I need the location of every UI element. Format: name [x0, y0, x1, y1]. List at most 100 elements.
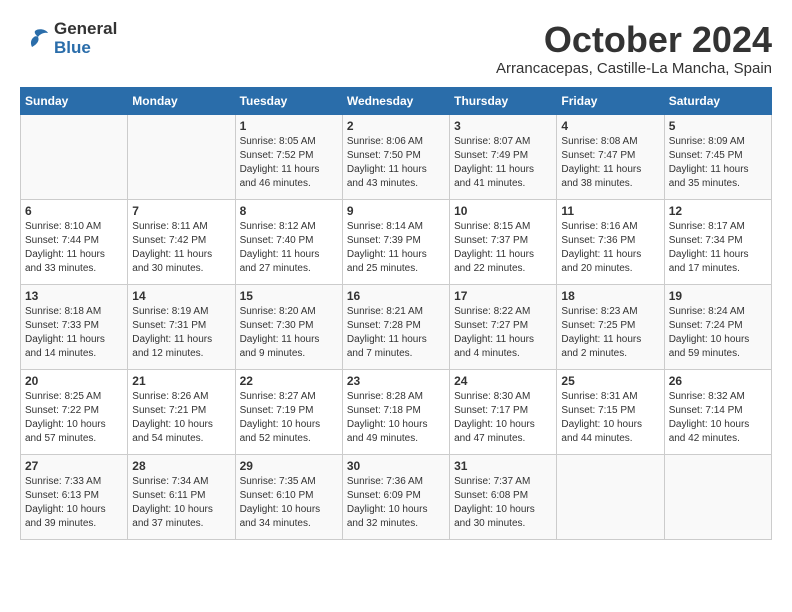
calendar-cell: 8Sunrise: 8:12 AM Sunset: 7:40 PM Daylig… — [235, 199, 342, 284]
day-info: Sunrise: 7:37 AM Sunset: 6:08 PM Dayligh… — [454, 475, 552, 531]
calendar-cell: 23 Sunrise: 8:28 AM Sunset: 7:18 PM Dayli… — [342, 369, 449, 454]
day-info: Sunrise: 8:16 AM Sunset: 7:36 PM Dayligh… — [561, 220, 659, 276]
calendar-cell: 20Sunrise: 8:25 AM Sunset: 7:22 PM Dayli… — [21, 369, 128, 454]
day-info: Sunrise: 8:08 AM Sunset: 7:47 PM Dayligh… — [561, 135, 659, 191]
day-number: 31 — [454, 459, 552, 473]
calendar-cell: 31 Sunrise: 7:37 AM Sunset: 6:08 PM Dayli… — [450, 454, 557, 539]
week-row-4: 20Sunrise: 8:25 AM Sunset: 7:22 PM Dayli… — [21, 369, 772, 454]
header-monday: Monday — [128, 87, 235, 114]
calendar-cell — [21, 114, 128, 199]
day-number: 20 — [25, 374, 123, 388]
calendar-cell — [128, 114, 235, 199]
week-row-5: 27 Sunrise: 7:33 AM Sunset: 6:13 PM Dayli… — [21, 454, 772, 539]
calendar-cell: 27 Sunrise: 7:33 AM Sunset: 6:13 PM Dayli… — [21, 454, 128, 539]
week-row-1: 1 Sunrise: 8:05 AM Sunset: 7:52 PM Daylig… — [21, 114, 772, 199]
day-number: 14 — [132, 289, 230, 303]
header-tuesday: Tuesday — [235, 87, 342, 114]
week-row-3: 13 Sunrise: 8:18 AM Sunset: 7:33 PM Dayli… — [21, 284, 772, 369]
logo-general: General — [54, 19, 117, 38]
calendar-cell: 15 Sunrise: 8:20 AM Sunset: 7:30 PM Dayli… — [235, 284, 342, 369]
day-number: 6 — [25, 204, 123, 218]
calendar-cell: 11 Sunrise: 8:16 AM Sunset: 7:36 PM Dayli… — [557, 199, 664, 284]
day-info: Sunrise: 8:31 AM Sunset: 7:15 PM Dayligh… — [561, 390, 659, 446]
day-info: Sunrise: 8:18 AM Sunset: 7:33 PM Dayligh… — [25, 305, 123, 361]
day-info: Sunrise: 7:34 AM Sunset: 6:11 PM Dayligh… — [132, 475, 230, 531]
day-number: 1 — [240, 119, 338, 133]
calendar-cell: 14 Sunrise: 8:19 AM Sunset: 7:31 PM Dayli… — [128, 284, 235, 369]
calendar-cell: 4 Sunrise: 8:08 AM Sunset: 7:47 PM Daylig… — [557, 114, 664, 199]
calendar-cell: 3Sunrise: 8:07 AM Sunset: 7:49 PM Daylig… — [450, 114, 557, 199]
day-info: Sunrise: 8:20 AM Sunset: 7:30 PM Dayligh… — [240, 305, 338, 361]
day-number: 26 — [669, 374, 767, 388]
month-title: October 2024 — [496, 20, 772, 60]
day-info: Sunrise: 8:28 AM Sunset: 7:18 PM Dayligh… — [347, 390, 445, 446]
header-wednesday: Wednesday — [342, 87, 449, 114]
calendar-cell: 24 Sunrise: 8:30 AM Sunset: 7:17 PM Dayli… — [450, 369, 557, 454]
calendar-cell: 1 Sunrise: 8:05 AM Sunset: 7:52 PM Daylig… — [235, 114, 342, 199]
day-info: Sunrise: 7:33 AM Sunset: 6:13 PM Dayligh… — [25, 475, 123, 531]
day-info: Sunrise: 8:21 AM Sunset: 7:28 PM Dayligh… — [347, 305, 445, 361]
calendar-cell: 12 Sunrise: 8:17 AM Sunset: 7:34 PM Dayli… — [664, 199, 771, 284]
day-info: Sunrise: 8:14 AM Sunset: 7:39 PM Dayligh… — [347, 220, 445, 276]
day-number: 4 — [561, 119, 659, 133]
day-info: Sunrise: 8:17 AM Sunset: 7:34 PM Dayligh… — [669, 220, 767, 276]
calendar-cell: 5Sunrise: 8:09 AM Sunset: 7:45 PM Daylig… — [664, 114, 771, 199]
day-info: Sunrise: 8:15 AM Sunset: 7:37 PM Dayligh… — [454, 220, 552, 276]
day-info: Sunrise: 8:32 AM Sunset: 7:14 PM Dayligh… — [669, 390, 767, 446]
calendar-cell: 6 Sunrise: 8:10 AM Sunset: 7:44 PM Daylig… — [21, 199, 128, 284]
header-friday: Friday — [557, 87, 664, 114]
day-number: 30 — [347, 459, 445, 473]
calendar-cell: 16Sunrise: 8:21 AM Sunset: 7:28 PM Dayli… — [342, 284, 449, 369]
day-number: 10 — [454, 204, 552, 218]
calendar-cell — [557, 454, 664, 539]
day-number: 17 — [454, 289, 552, 303]
day-number: 28 — [132, 459, 230, 473]
day-info: Sunrise: 8:27 AM Sunset: 7:19 PM Dayligh… — [240, 390, 338, 446]
day-info: Sunrise: 8:05 AM Sunset: 7:52 PM Dayligh… — [240, 135, 338, 191]
header-sunday: Sunday — [21, 87, 128, 114]
day-number: 23 — [347, 374, 445, 388]
logo-text: General Blue — [54, 20, 117, 57]
location-subtitle: Arrancacepas, Castille-La Mancha, Spain — [496, 60, 772, 77]
calendar-cell: 10 Sunrise: 8:15 AM Sunset: 7:37 PM Dayli… — [450, 199, 557, 284]
day-number: 21 — [132, 374, 230, 388]
day-number: 8 — [240, 204, 338, 218]
day-info: Sunrise: 8:22 AM Sunset: 7:27 PM Dayligh… — [454, 305, 552, 361]
header-thursday: Thursday — [450, 87, 557, 114]
day-number: 11 — [561, 204, 659, 218]
logo-bird-icon — [20, 27, 50, 51]
day-number: 18 — [561, 289, 659, 303]
calendar-cell — [664, 454, 771, 539]
day-info: Sunrise: 8:26 AM Sunset: 7:21 PM Dayligh… — [132, 390, 230, 446]
week-row-2: 6 Sunrise: 8:10 AM Sunset: 7:44 PM Daylig… — [21, 199, 772, 284]
day-number: 27 — [25, 459, 123, 473]
day-number: 25 — [561, 374, 659, 388]
calendar-cell: 22Sunrise: 8:27 AM Sunset: 7:19 PM Dayli… — [235, 369, 342, 454]
day-info: Sunrise: 7:36 AM Sunset: 6:09 PM Dayligh… — [347, 475, 445, 531]
day-number: 15 — [240, 289, 338, 303]
calendar-cell: 2 Sunrise: 8:06 AM Sunset: 7:50 PM Daylig… — [342, 114, 449, 199]
page-header: General Blue October 2024 Arrancacepas, … — [20, 20, 772, 77]
calendar-body: 1 Sunrise: 8:05 AM Sunset: 7:52 PM Daylig… — [21, 114, 772, 539]
day-info: Sunrise: 8:07 AM Sunset: 7:49 PM Dayligh… — [454, 135, 552, 191]
day-number: 24 — [454, 374, 552, 388]
day-info: Sunrise: 8:10 AM Sunset: 7:44 PM Dayligh… — [25, 220, 123, 276]
day-info: Sunrise: 8:19 AM Sunset: 7:31 PM Dayligh… — [132, 305, 230, 361]
day-number: 2 — [347, 119, 445, 133]
day-info: Sunrise: 8:30 AM Sunset: 7:17 PM Dayligh… — [454, 390, 552, 446]
calendar-cell: 17 Sunrise: 8:22 AM Sunset: 7:27 PM Dayli… — [450, 284, 557, 369]
day-info: Sunrise: 8:23 AM Sunset: 7:25 PM Dayligh… — [561, 305, 659, 361]
logo: General Blue — [20, 20, 117, 57]
calendar-cell: 29Sunrise: 7:35 AM Sunset: 6:10 PM Dayli… — [235, 454, 342, 539]
day-number: 13 — [25, 289, 123, 303]
calendar-cell: 19Sunrise: 8:24 AM Sunset: 7:24 PM Dayli… — [664, 284, 771, 369]
day-number: 12 — [669, 204, 767, 218]
header-row: Sunday Monday Tuesday Wednesday Thursday… — [21, 87, 772, 114]
logo-blue: Blue — [54, 38, 91, 57]
day-number: 9 — [347, 204, 445, 218]
header-saturday: Saturday — [664, 87, 771, 114]
title-block: October 2024 Arrancacepas, Castille-La M… — [496, 20, 772, 77]
day-info: Sunrise: 8:06 AM Sunset: 7:50 PM Dayligh… — [347, 135, 445, 191]
day-number: 19 — [669, 289, 767, 303]
calendar-cell: 9 Sunrise: 8:14 AM Sunset: 7:39 PM Daylig… — [342, 199, 449, 284]
